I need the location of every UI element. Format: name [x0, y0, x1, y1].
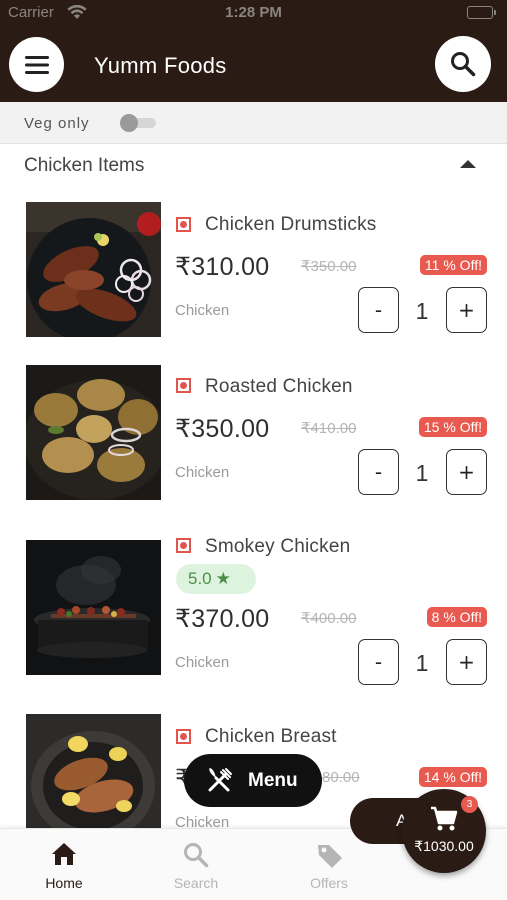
non-veg-indicator [176, 729, 191, 744]
hamburger-menu-button[interactable] [9, 37, 64, 92]
item-original-price: ₹400.00 [301, 610, 357, 627]
non-veg-indicator [176, 378, 191, 393]
app-screen: Carrier 1:28 PM Yumm Foods Veg only Chic… [0, 0, 507, 900]
fork-knife-icon [208, 767, 232, 791]
quantity-value: 1 [415, 460, 429, 486]
item-category: Chicken [175, 654, 230, 671]
tab-home[interactable]: Home [14, 829, 114, 900]
item-original-price: 80.00 [322, 769, 360, 786]
discount-badge: 14 % Off! [418, 767, 487, 787]
item-original-price: ₹350.00 [301, 258, 357, 275]
decrease-quantity-button[interactable]: - [358, 449, 399, 495]
item-price: ₹350.00 [175, 415, 270, 443]
app-header: Carrier 1:28 PM Yumm Foods [0, 0, 507, 102]
food-image-smokey-chicken [26, 540, 161, 675]
tab-label: Offers [310, 875, 348, 891]
tab-search[interactable]: Search [146, 829, 246, 900]
item-name: Chicken Drumsticks [205, 214, 377, 235]
menu-floating-button[interactable]: Menu [184, 754, 322, 807]
cart-count-badge: 3 [461, 796, 478, 813]
item-original-price: ₹410.00 [301, 420, 357, 437]
non-veg-indicator [176, 217, 191, 232]
home-icon [52, 843, 76, 865]
collapse-caret-icon [460, 160, 476, 168]
increase-quantity-button[interactable]: + [446, 639, 487, 685]
status-bar: Carrier 1:28 PM [0, 0, 507, 28]
item-price: ₹310.00 [175, 253, 270, 281]
clock: 1:28 PM [225, 4, 282, 21]
increase-quantity-button[interactable]: + [446, 287, 487, 333]
item-category: Chicken [175, 464, 230, 481]
discount-badge: 8 % Off! [426, 607, 487, 627]
menu-item: Smokey Chicken 5.0 ★ ₹370.00 ₹400.00 8 % … [0, 528, 507, 688]
tab-label: Home [45, 875, 83, 891]
item-name: Chicken Breast [205, 726, 337, 747]
discount-badge: 15 % Off! [418, 417, 487, 437]
menu-label: Menu [248, 769, 298, 791]
tag-icon [318, 845, 342, 868]
section-title: Chicken Items [24, 155, 145, 176]
search-icon [451, 52, 476, 77]
veg-only-label: Veg only [24, 115, 90, 132]
rating-value: 5.0 [188, 569, 212, 588]
hamburger-menu-icon [24, 55, 49, 74]
search-icon [184, 843, 209, 868]
item-category: Chicken [175, 814, 230, 828]
menu-item: Roasted Chicken ₹350.00 ₹410.00 15 % Off… [0, 352, 507, 512]
quantity-value: 1 [415, 298, 429, 324]
section-header-chicken-items[interactable]: Chicken Items [0, 144, 507, 188]
increase-quantity-button[interactable]: + [446, 449, 487, 495]
item-name: Smokey Chicken [205, 536, 351, 557]
header-search-button[interactable] [435, 36, 491, 92]
decrease-quantity-button[interactable]: - [358, 287, 399, 333]
cart-icon [431, 806, 458, 831]
star-icon: ★ [215, 569, 231, 588]
item-category: Chicken [175, 302, 230, 319]
non-veg-indicator [176, 538, 191, 553]
item-price: ₹370.00 [175, 605, 270, 633]
food-image-chicken-drumsticks [26, 202, 161, 337]
discount-badge: 11 % Off! [419, 255, 487, 275]
rating-badge: 5.0 ★ [176, 564, 256, 594]
food-image-roasted-chicken [26, 365, 161, 500]
veg-only-filter-row: Veg only [0, 102, 507, 144]
app-title: Yumm Foods [94, 53, 227, 78]
cart-total: ₹1030.00 [414, 838, 474, 854]
decrease-quantity-button[interactable]: - [358, 639, 399, 685]
quantity-value: 1 [415, 650, 429, 676]
item-name: Roasted Chicken [205, 376, 353, 397]
menu-item: Chicken Drumsticks ₹310.00 ₹350.00 11 % … [0, 190, 507, 350]
food-image-chicken-breast [26, 714, 161, 828]
battery-icon [467, 6, 496, 19]
veg-only-toggle[interactable] [120, 114, 156, 132]
tab-label: Search [173, 875, 219, 891]
